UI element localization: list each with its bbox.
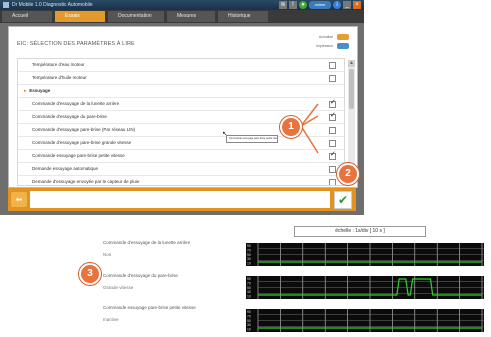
signal-value: Non <box>103 252 112 257</box>
signal-value: Inactive <box>103 317 119 322</box>
tick-label: 70 <box>247 248 251 252</box>
callout-2: 2 <box>337 163 359 185</box>
callout-3: 3 <box>79 263 101 285</box>
tick-label: 70 <box>247 314 251 318</box>
tick-label: 10 <box>247 262 251 266</box>
tick-label: 50 <box>247 286 251 290</box>
signal-value: Grande vitesse <box>103 285 134 290</box>
tick-label: 10 <box>247 328 251 332</box>
graph-plot: 9070503010 <box>247 243 484 266</box>
signal-graph: 90 70 50 30 10 <box>246 309 484 332</box>
tick-label: 90 <box>247 310 251 314</box>
graph-plot: 9070503010 <box>247 309 484 332</box>
callout-1: 1 <box>280 116 302 138</box>
scale-label: échelle : 1s/div [ 10 s ] <box>294 226 426 237</box>
signal-name: Commande d'essuyage du pare-brise <box>103 273 178 278</box>
tick-label: 30 <box>247 323 251 327</box>
tick-label: 70 <box>247 281 251 285</box>
tick-label: 90 <box>247 277 251 281</box>
tick-label: 30 <box>247 257 251 261</box>
signal-name: Commande essuyage pare-brise petite vite… <box>103 305 196 310</box>
signal-name: Commande d'essuyage de la lunette arrièr… <box>103 240 191 245</box>
tick-label: 10 <box>247 295 251 299</box>
signal-graph: 90 70 50 30 10 <box>246 243 484 266</box>
tick-label: 50 <box>247 253 251 257</box>
tick-label: 30 <box>247 290 251 294</box>
tick-label: 50 <box>247 319 251 323</box>
signal-graph: 90 70 50 30 10 <box>246 276 484 299</box>
graph-plot: 9070503010 <box>247 276 484 299</box>
tick-label: 90 <box>247 244 251 248</box>
